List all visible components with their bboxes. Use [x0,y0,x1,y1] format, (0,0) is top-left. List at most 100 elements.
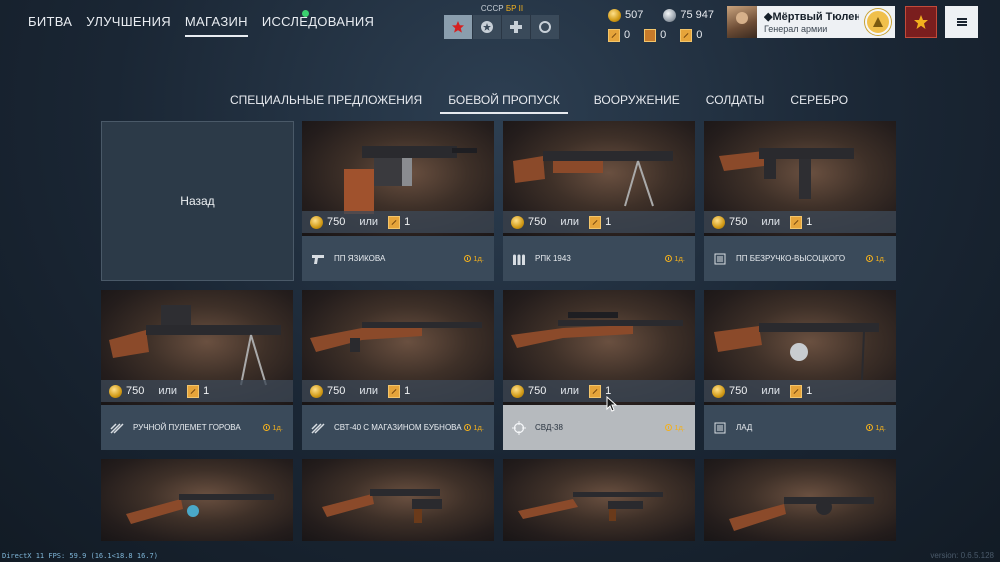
weapon-image [503,459,695,541]
ticket-count-2: 0 [660,29,667,41]
ticket-icon [589,215,602,229]
avatar [727,6,757,38]
nav-battle[interactable]: БИТВА [28,14,72,37]
tab-special-offers[interactable]: СПЕЦИАЛЬНЫЕ ПРЕДЛОЖЕНИЯ [230,93,422,114]
shop-card[interactable]: 750 или 1 РУЧНОЙ ПУЛЕМЕТ ГОРОВА 1д. [101,290,293,450]
price: 750 [327,216,346,228]
nav-shop[interactable]: МАГАЗИН [184,14,248,37]
nav-research[interactable]: ИССЛЕДОВАНИЯ [262,14,374,37]
tab-battle-pass[interactable]: БОЕВОЙ ПРОПУСК [440,93,568,114]
clock-icon [464,424,472,431]
tab-soldiers[interactable]: СОЛДАТЫ [706,93,765,114]
ticket-price: 1 [203,385,210,397]
gold-coin-icon [511,384,524,398]
weapon-name: СВТ-40 С МАГАЗИНОМ БУБНОВА [334,422,462,432]
cross-icon[interactable] [502,15,531,39]
clock-icon [464,255,472,262]
army-button[interactable] [905,6,937,38]
weapon-name: СВД-38 [535,422,563,432]
ussr-star-icon[interactable] [444,15,473,39]
shop-card[interactable]: 750 или 1 РПК 1943 1д. [503,121,695,281]
time-left: 1д. [875,423,886,432]
clock-icon [665,255,673,262]
ticket-count-3: 0 [696,29,703,41]
clock-icon [866,424,874,431]
nav-upgrades[interactable]: УЛУЧШЕНИЯ [86,14,171,37]
tab-silver[interactable]: СЕРЕБРО [790,93,848,114]
ussr-emblem-icon[interactable] [473,15,502,39]
magazine-icon [712,421,728,435]
ticket-icon [388,215,401,229]
ticket-icon [790,384,803,398]
nation-name: СССР [480,4,504,13]
player-name: ◆Мёртвый Тюлень [764,11,859,23]
or-label: или [560,216,580,228]
gold-coin-icon [511,215,524,229]
or-label: или [761,385,781,397]
main-nav: БИТВА УЛУЧШЕНИЯ МАГАЗИН ИССЛЕДОВАНИЯ [28,14,374,37]
weapon-image [704,459,896,541]
shop-card[interactable]: 750 или 1 СВД-38 1д. [503,290,695,450]
star-icon [914,15,928,29]
ticket-icon [680,28,693,42]
ticket-price: 1 [806,216,813,228]
price: 750 [528,385,547,397]
debug-fps: DirectX 11 FPS: 59.9 (16.1<18.8 16.7) [2,552,158,560]
hamburger-icon [956,18,967,26]
gold-coin-icon [109,384,122,398]
or-label: или [560,385,580,397]
shop-card[interactable] [704,459,896,541]
scope-icon [511,420,527,435]
ammo-icon [511,252,527,266]
weapon-name: ЛАД [736,422,753,432]
shop-card[interactable]: 750 или 1 СВТ-40 С МАГАЗИНОМ БУБНОВА 1д. [302,290,494,450]
shop-card[interactable]: 750 или 1 ЛАД 1д. [704,290,896,450]
ticket-count-1: 0 [624,29,631,41]
top-bar: БИТВА УЛУЧШЕНИЯ МАГАЗИН ИССЛЕДОВАНИЯ ССС… [0,0,1000,46]
back-button[interactable]: Назад [101,121,294,281]
clock-icon [665,424,673,431]
time-left: 1д. [272,423,283,432]
ticket-price: 1 [806,385,813,397]
gold-coin-icon [712,384,725,398]
tab-weapons[interactable]: ВООРУЖЕНИЕ [594,93,680,114]
price: 750 [729,385,748,397]
price: 750 [528,216,547,228]
shop-card[interactable]: 750 или 1 ПП ЯЗИКОВА 1д. [302,121,494,281]
weapon-name: ПП БЕЗРУЧКО-ВЫСОЦКОГО [736,253,846,263]
circle-icon[interactable] [531,15,560,39]
shop-card[interactable] [101,459,293,541]
or-label: или [761,216,781,228]
shop-tabs: СПЕЦИАЛЬНЫЕ ПРЕДЛОЖЕНИЯ БОЕВОЙ ПРОПУСК В… [230,93,874,114]
shop-card[interactable]: 750 или 1 ПП БЕЗРУЧКО-ВЫСОЦКОГО 1д. [704,121,896,281]
ticket-price: 1 [404,216,411,228]
gold-coin-icon [712,215,725,229]
profile-panel[interactable]: ◆Мёртвый Тюлень Генерал армии [727,6,895,38]
clock-icon [866,255,874,262]
ticket-icon [589,384,602,398]
weapon-image [302,459,494,541]
ticket-icon [388,384,401,398]
notification-dot [302,10,309,17]
menu-button[interactable] [945,6,978,38]
pistol-icon [310,252,326,266]
shop-card[interactable] [302,459,494,541]
price: 750 [729,216,748,228]
or-label: или [359,216,379,228]
player-rank: Генерал армии [764,24,828,34]
weapon-name: ПП ЯЗИКОВА [334,253,386,263]
ticket-price: 1 [605,216,612,228]
ticket-icon [187,384,200,398]
shop-card[interactable] [503,459,695,541]
weapon-name: РУЧНОЙ ПУЛЕМЕТ ГОРОВА [133,422,241,432]
gold-coin-icon [310,384,323,398]
ticket-price: 1 [404,385,411,397]
clock-icon [263,424,271,431]
price: 750 [126,385,145,397]
gold-amount: 507 [625,9,644,21]
nation-selector: СССР БР II [444,4,560,39]
time-left: 1д. [473,423,484,432]
price: 750 [327,385,346,397]
time-left: 1д. [674,254,685,263]
time-left: 1д. [674,423,685,432]
